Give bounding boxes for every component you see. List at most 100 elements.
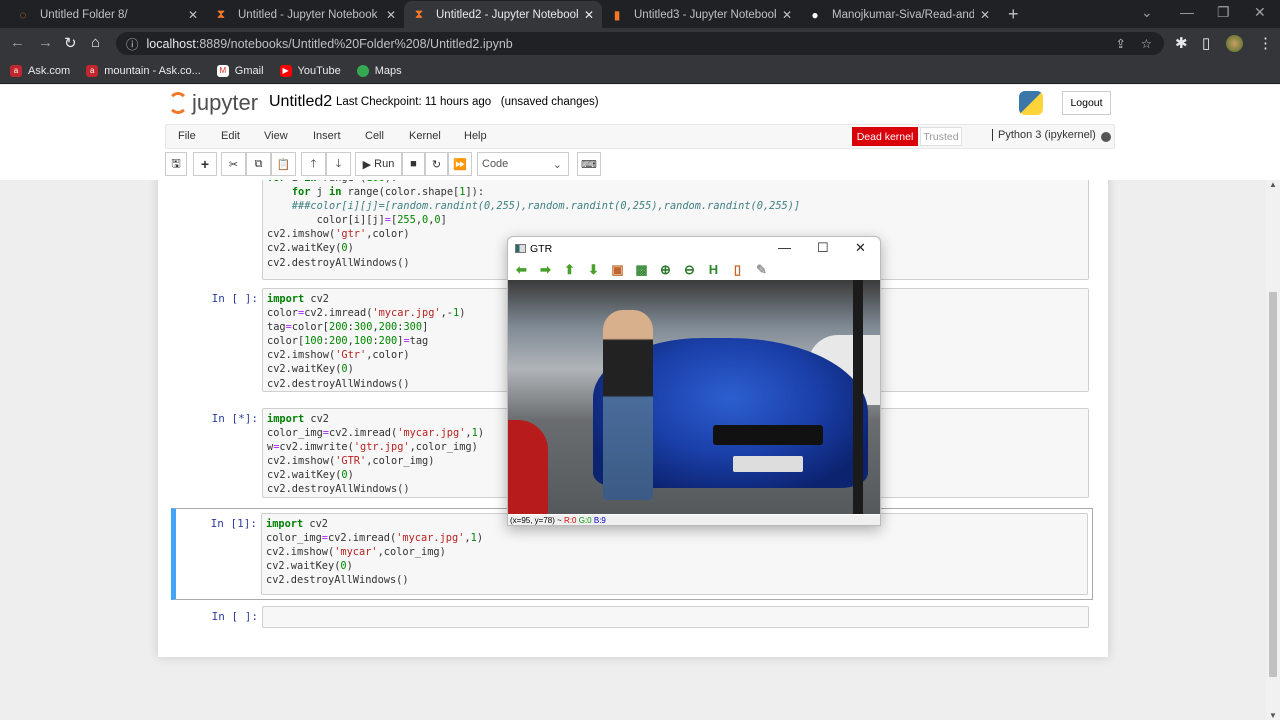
move-down-icon[interactable]: 🡓 — [326, 152, 351, 176]
python-logo-icon — [1019, 91, 1043, 115]
paste-icon[interactable]: 📋 — [271, 152, 296, 176]
move-up-icon[interactable]: 🡑 — [301, 152, 326, 176]
window-minimize-button[interactable]: — — [778, 240, 791, 255]
close-tab-icon[interactable]: ✕ — [386, 8, 396, 22]
kernel-status-badge[interactable]: Dead kernel — [852, 127, 918, 146]
scrollbar-thumb[interactable] — [1269, 292, 1277, 677]
more-menu-icon[interactable]: ⋮ — [1258, 34, 1273, 52]
restart-icon[interactable]: ↻ — [425, 152, 448, 176]
zoom-in-icon[interactable]: ⊕ — [658, 262, 673, 277]
hourglass-icon: ⧗ — [414, 7, 424, 21]
logout-button[interactable]: Logout — [1062, 91, 1111, 115]
browser-tab-bar: ◌ Untitled Folder 8/✕ ⧗ Untitled - Jupyter… — [0, 0, 1280, 28]
copy-clipboard-icon[interactable]: ▯ — [730, 262, 745, 277]
address-bar-row: ← → ↻ ⌂ ⓘ localhost:8889/notebooks/Untit… — [0, 28, 1280, 58]
code-line: cv2.imshow('mycar',color_img) — [266, 546, 446, 559]
bookmark-star-icon[interactable]: ☆ — [1141, 36, 1152, 51]
fast-forward-icon[interactable]: ⏩ — [448, 152, 472, 176]
minimize-button[interactable]: — — [1180, 4, 1194, 20]
zoom-fit-icon[interactable]: ▩ — [634, 262, 649, 277]
save-icon[interactable]: 🖫 — [165, 152, 187, 176]
menu-kernel[interactable]: Kernel — [409, 130, 441, 142]
tab-untitled-folder[interactable]: ◌ Untitled Folder 8/✕ — [8, 1, 206, 28]
back-icon[interactable]: ← — [10, 34, 25, 51]
copy-icon[interactable]: ⧉ — [246, 152, 271, 176]
menu-edit[interactable]: Edit — [221, 130, 240, 142]
code-line: cv2.waitKey(0) — [266, 560, 353, 573]
properties-brush-icon[interactable]: ✎ — [754, 262, 769, 277]
bookmark-mountain[interactable]: a mountain - Ask.co... — [86, 64, 201, 77]
scroll-up-icon[interactable]: ▲ — [1269, 180, 1277, 189]
close-tab-icon[interactable]: ✕ — [782, 8, 792, 22]
zoom-original-icon[interactable]: ▣ — [610, 262, 625, 277]
bookmark-maps[interactable]: Maps — [356, 64, 402, 77]
keyboard-icon[interactable]: ⌨ — [577, 152, 601, 176]
stop-icon[interactable]: ■ — [402, 152, 425, 176]
tab-github[interactable]: ●Manojkumar-Siva/Read-and-Wri✕ — [800, 1, 998, 28]
run-button[interactable]: ▶ Run — [355, 152, 402, 176]
url-input[interactable]: ⓘ localhost:8889/notebooks/Untitled%20Fo… — [116, 32, 1164, 55]
avatar[interactable] — [1226, 35, 1243, 52]
menu-file[interactable]: File — [178, 130, 196, 142]
menu-insert[interactable]: Insert — [313, 130, 341, 142]
cut-icon[interactable]: ✂ — [221, 152, 246, 176]
close-tab-icon[interactable]: ✕ — [188, 8, 198, 22]
code-line: cv2.destroyAllWindows() — [266, 574, 409, 587]
jupyter-logo-icon — [168, 92, 188, 114]
hourglass-icon: ⧗ — [216, 7, 226, 21]
opencv-image-window[interactable]: GTR — ☐ ✕ ⬅ ➡ ⬆ ⬇ ▣ ▩ ⊕ ⊖ H ▯ ✎ (x=95, y… — [507, 236, 881, 526]
bookmark-ask[interactable]: a Ask.com — [10, 64, 70, 77]
image-toolbar: ⬅ ➡ ⬆ ⬇ ▣ ▩ ⊕ ⊖ H ▯ ✎ — [514, 262, 769, 278]
menu-bar: File Edit View Insert Cell Kernel Help D… — [165, 124, 1115, 149]
menu-view[interactable]: View — [264, 130, 288, 142]
tab-untitled2[interactable]: ⧗ Untitled2 - Jupyter Notebook ✕ — [404, 1, 602, 28]
close-window-button[interactable]: ✕ — [1254, 4, 1266, 21]
ask-icon: a — [10, 64, 22, 77]
pan-down-icon[interactable]: ⬇ — [586, 262, 601, 277]
pan-right-icon[interactable]: ➡ — [538, 262, 553, 277]
reload-icon[interactable]: ↻ — [64, 34, 77, 52]
chevron-down-icon: ⌄ — [552, 158, 562, 171]
maps-icon — [356, 64, 369, 77]
code-input[interactable] — [262, 606, 1089, 628]
bookmarks-bar: a Ask.com a mountain - Ask.co... M Gmail ▶ Y… — [0, 58, 1280, 84]
cell-type-select[interactable]: Code ⌄ — [477, 152, 569, 176]
zoom-out-icon[interactable]: ⊖ — [682, 262, 697, 277]
side-panel-icon[interactable]: ▯ — [1202, 34, 1210, 52]
scroll-down-icon[interactable]: ▼ — [1269, 711, 1277, 720]
notebook-name[interactable]: Untitled2 — [269, 93, 332, 111]
jupyter-logo[interactable]: jupyter — [168, 90, 258, 116]
forward-icon[interactable]: → — [38, 34, 53, 51]
code-line: color_img=cv2.imread('mycar.jpg',1) — [266, 532, 484, 545]
close-tab-icon[interactable]: ✕ — [980, 8, 990, 22]
gmail-icon: M — [216, 64, 229, 77]
github-icon: ● — [811, 7, 819, 22]
window-maximize-button[interactable]: ☐ — [817, 240, 829, 256]
jupyter-header: jupyter Untitled2 Last Checkpoint: 11 ho… — [0, 85, 1280, 180]
page-scrollbar[interactable]: ▲ ▼ — [1266, 180, 1280, 720]
notebook-icon: ▮ — [613, 7, 621, 22]
home-icon[interactable]: ⌂ — [91, 34, 100, 51]
kernel-name: Python 3 (ipykernel) — [992, 129, 1096, 141]
insert-cell-button[interactable]: + — [193, 152, 217, 176]
trusted-badge[interactable]: Trusted — [920, 127, 962, 146]
tab-untitled[interactable]: ⧗ Untitled - Jupyter Notebook ✕ — [206, 1, 404, 28]
pan-left-icon[interactable]: ⬅ — [514, 262, 529, 277]
code-line: ###color[i][j]=[random.randint(0,255),ra… — [267, 200, 801, 213]
tab-untitled3[interactable]: ▮ Untitled3 - Jupyter Notebook ✕ — [602, 1, 800, 28]
menu-cell[interactable]: Cell — [365, 130, 384, 142]
bookmark-gmail[interactable]: M Gmail — [216, 64, 264, 77]
close-tab-icon[interactable]: ✕ — [584, 8, 594, 22]
code-line: for j in range(color.shape[1]): — [291, 186, 485, 199]
tab-search-icon[interactable]: ⌄ — [1141, 4, 1153, 21]
share-icon[interactable]: ⇪ — [1116, 36, 1126, 51]
bookmark-youtube[interactable]: ▶ YouTube — [279, 64, 341, 77]
save-image-icon[interactable]: H — [706, 262, 721, 277]
menu-help[interactable]: Help — [464, 130, 487, 142]
restore-button[interactable]: ❐ — [1217, 4, 1230, 21]
pan-up-icon[interactable]: ⬆ — [562, 262, 577, 277]
code-cell-empty[interactable]: In [ ]: — [172, 601, 1094, 633]
new-tab-button[interactable]: + — [998, 1, 1029, 28]
extensions-icon[interactable]: ✱ — [1175, 34, 1188, 52]
window-close-button[interactable]: ✕ — [855, 240, 866, 256]
